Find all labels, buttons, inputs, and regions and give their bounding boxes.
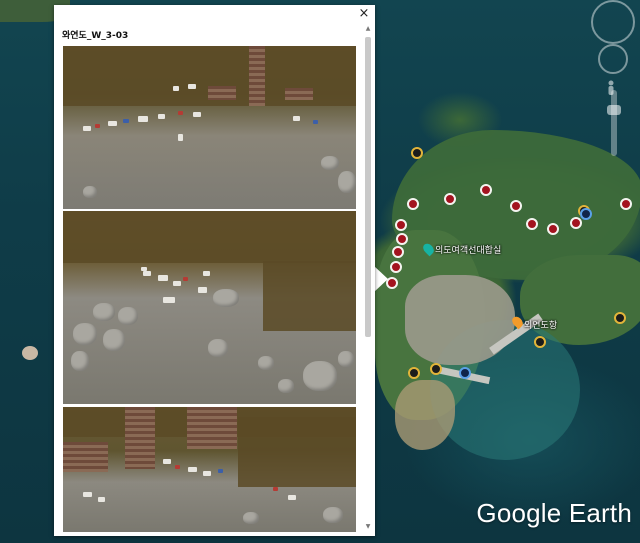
survey-point-red[interactable] bbox=[526, 218, 538, 230]
debris bbox=[143, 271, 151, 276]
survey-point-red[interactable] bbox=[395, 219, 407, 231]
aerial-photo bbox=[63, 46, 356, 209]
look-joystick-icon[interactable] bbox=[591, 0, 635, 44]
rock bbox=[321, 156, 339, 170]
debris bbox=[198, 287, 207, 293]
popup-pointer bbox=[374, 266, 388, 292]
debris bbox=[183, 277, 188, 281]
debris bbox=[173, 86, 179, 91]
survey-point-yellow[interactable] bbox=[430, 363, 442, 375]
debris bbox=[163, 459, 171, 464]
rock bbox=[208, 339, 228, 357]
rock bbox=[83, 186, 97, 198]
debris bbox=[193, 112, 201, 117]
rock bbox=[338, 171, 356, 193]
debris bbox=[218, 469, 223, 473]
survey-point-blue[interactable] bbox=[580, 208, 592, 220]
survey-point-red[interactable] bbox=[480, 184, 492, 196]
debris bbox=[83, 492, 92, 497]
village-area bbox=[405, 275, 515, 365]
rock bbox=[323, 507, 343, 523]
debris bbox=[273, 487, 278, 491]
scroll-thumb[interactable] bbox=[365, 37, 371, 337]
place-label-terminal[interactable]: 의도여객선대합실 bbox=[435, 243, 501, 256]
info-balloon: × 와연도_W_3-03 ▲ ▼ bbox=[54, 5, 375, 536]
stairs bbox=[125, 407, 155, 469]
debris bbox=[95, 124, 100, 128]
railing bbox=[208, 86, 236, 100]
survey-point-yellow[interactable] bbox=[408, 367, 420, 379]
survey-point-red[interactable] bbox=[407, 198, 419, 210]
debris bbox=[203, 271, 210, 276]
survey-point-yellow[interactable] bbox=[534, 336, 546, 348]
rock bbox=[71, 351, 89, 371]
debris bbox=[138, 116, 148, 122]
survey-point-red[interactable] bbox=[620, 198, 632, 210]
debris bbox=[288, 495, 296, 500]
popup-title: 와연도_W_3-03 bbox=[62, 31, 129, 41]
aerial-photo bbox=[63, 211, 356, 404]
survey-point-red[interactable] bbox=[392, 246, 404, 258]
popup-scrollbar[interactable]: ▲ ▼ bbox=[364, 25, 372, 531]
survey-point-yellow[interactable] bbox=[411, 147, 423, 159]
google-earth-watermark: Google Earth bbox=[476, 498, 632, 528]
scroll-down-arrow-icon[interactable]: ▼ bbox=[364, 523, 372, 531]
survey-point-red[interactable] bbox=[396, 233, 408, 245]
debris bbox=[123, 119, 129, 123]
debris bbox=[173, 281, 181, 286]
survey-point-red[interactable] bbox=[390, 261, 402, 273]
rock bbox=[243, 512, 259, 524]
survey-point-red[interactable] bbox=[510, 200, 522, 212]
debris bbox=[108, 121, 117, 126]
railing bbox=[187, 407, 237, 449]
stairs bbox=[249, 46, 265, 106]
survey-point-yellow[interactable] bbox=[614, 312, 626, 324]
rock bbox=[278, 379, 294, 393]
survey-point-red[interactable] bbox=[444, 193, 456, 205]
debris bbox=[158, 114, 165, 119]
vegetation bbox=[263, 261, 356, 331]
vegetation bbox=[238, 417, 356, 487]
zoom-slider-track[interactable] bbox=[611, 90, 617, 156]
debris bbox=[158, 275, 168, 281]
debris bbox=[83, 126, 91, 131]
debris bbox=[141, 267, 147, 271]
debris bbox=[293, 116, 300, 121]
rock bbox=[103, 329, 125, 351]
debris bbox=[188, 84, 196, 89]
small-islet bbox=[22, 346, 38, 360]
debris bbox=[188, 467, 197, 472]
survey-point-red[interactable] bbox=[570, 217, 582, 229]
rock bbox=[118, 307, 138, 325]
debris bbox=[175, 465, 180, 469]
aerial-photo bbox=[63, 407, 356, 532]
survey-point-blue[interactable] bbox=[459, 367, 471, 379]
rock bbox=[213, 289, 239, 307]
rock bbox=[338, 351, 354, 367]
rock bbox=[258, 356, 274, 370]
vegetation bbox=[63, 211, 356, 263]
beach-area bbox=[395, 380, 455, 450]
railing bbox=[285, 88, 313, 100]
debris bbox=[163, 297, 175, 303]
rock bbox=[303, 361, 337, 391]
railing bbox=[63, 442, 108, 472]
scroll-up-arrow-icon[interactable]: ▲ bbox=[364, 25, 372, 33]
move-joystick-icon[interactable] bbox=[598, 44, 628, 74]
survey-point-red[interactable] bbox=[547, 223, 559, 235]
close-icon[interactable]: × bbox=[357, 7, 371, 21]
debris bbox=[178, 111, 183, 115]
debris bbox=[313, 120, 318, 124]
zoom-slider-handle[interactable] bbox=[607, 105, 621, 115]
debris bbox=[203, 471, 211, 476]
place-label-port[interactable]: 외연도항 bbox=[524, 318, 557, 331]
rock bbox=[73, 323, 97, 345]
debris bbox=[178, 134, 183, 141]
debris bbox=[98, 497, 105, 502]
rock bbox=[93, 303, 115, 321]
